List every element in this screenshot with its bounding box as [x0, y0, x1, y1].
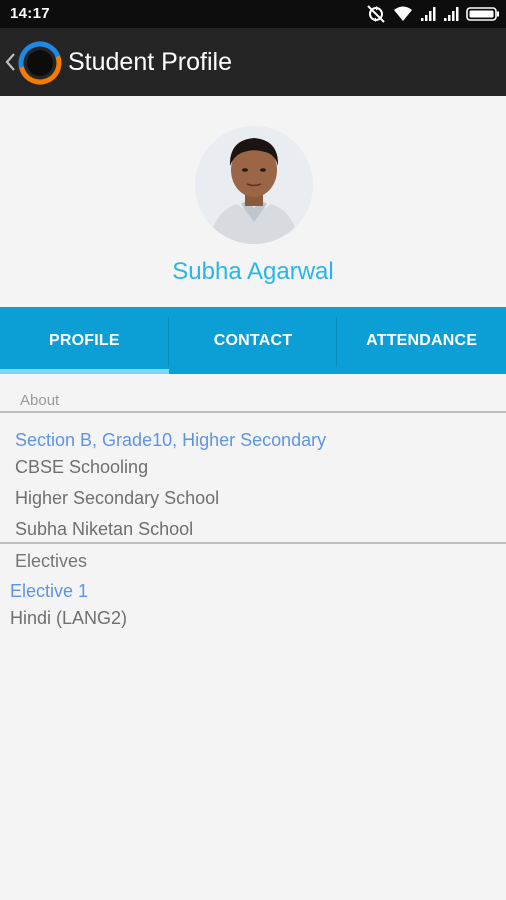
elective-title: Elective 1: [10, 581, 89, 601]
avatar: [195, 126, 313, 244]
tab-label: CONTACT: [213, 331, 293, 349]
status-icons: [366, 4, 500, 24]
status-time: 14:17: [10, 5, 50, 22]
tab-label: ATTENDANCE: [366, 331, 478, 349]
divider: [0, 542, 506, 544]
school-level: Higher Secondary School: [15, 488, 220, 508]
status-bar: 14:17: [0, 0, 506, 28]
tab-attendance[interactable]: ATTENDANCE: [337, 307, 506, 374]
signal-icon: [420, 6, 436, 22]
battery-icon: [466, 6, 500, 22]
about-header: About: [20, 392, 60, 409]
profile-header: Subha Agarwal: [0, 96, 506, 307]
electives-header: Electives: [15, 551, 88, 571]
wifi-icon: [393, 5, 413, 23]
sync-off-icon: [366, 4, 386, 24]
student-name: Subha Agarwal: [172, 258, 334, 285]
page-title: Student Profile: [68, 48, 232, 76]
school-name: Subha Niketan School: [15, 519, 194, 539]
class-info: Section B, Grade10, Higher Secondary: [15, 430, 327, 450]
tab-bar: PROFILE CONTACT ATTENDANCE: [0, 307, 506, 374]
tab-contact[interactable]: CONTACT: [169, 307, 338, 374]
tab-label: PROFILE: [48, 331, 120, 349]
divider: [0, 411, 506, 413]
elective-value: Hindi (LANG2): [10, 608, 128, 628]
app-bar: Student Profile: [0, 28, 506, 96]
app-logo-icon[interactable]: [16, 39, 64, 87]
signal-icon: [443, 6, 459, 22]
tab-profile[interactable]: PROFILE: [0, 307, 169, 374]
board-info: CBSE Schooling: [15, 457, 149, 477]
chevron-left-icon[interactable]: [3, 46, 17, 78]
tab-selected-indicator: [0, 369, 169, 374]
